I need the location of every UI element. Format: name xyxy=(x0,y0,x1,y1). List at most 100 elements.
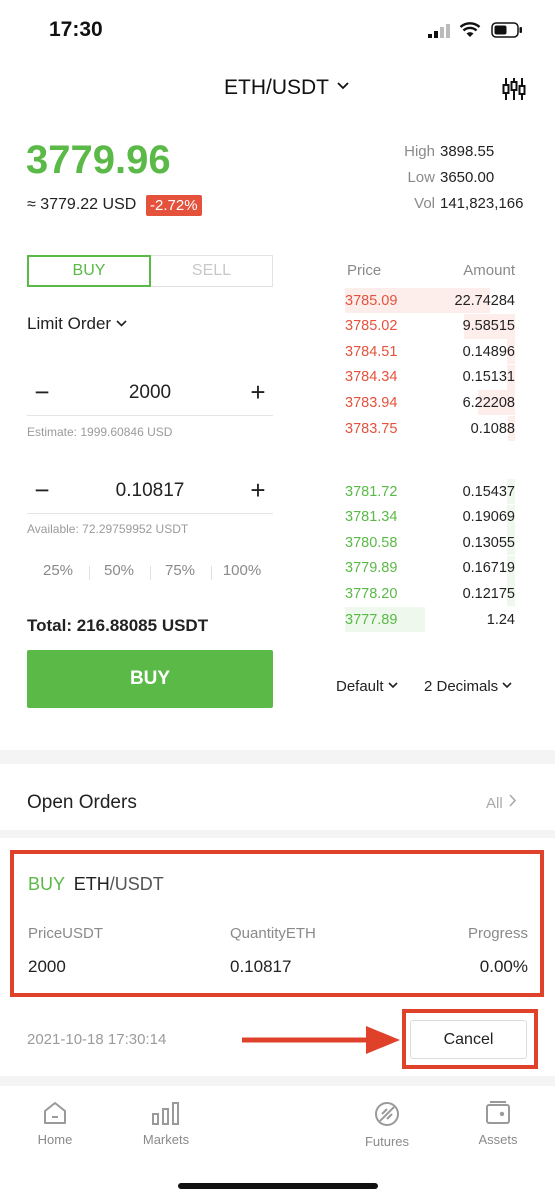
chevron-down-icon xyxy=(502,676,512,694)
chevron-down-icon xyxy=(387,676,398,694)
percent-75-button[interactable]: 75% xyxy=(155,562,205,579)
wifi-icon xyxy=(459,21,481,43)
chart-settings-icon[interactable] xyxy=(502,76,526,107)
bid-row[interactable]: 3777.89 1.24 xyxy=(345,607,515,632)
home-indicator xyxy=(178,1183,378,1189)
high-label: High xyxy=(404,143,435,160)
order-type-select[interactable]: Limit Order xyxy=(27,314,127,334)
ask-row[interactable]: 3785.02 9.58515 xyxy=(345,313,515,339)
section-divider xyxy=(0,830,555,838)
ask-amount: 22.74284 xyxy=(454,292,515,309)
nav-assets-label: Assets xyxy=(478,1132,518,1147)
bar-chart-icon xyxy=(126,1100,206,1126)
estimate-text: Estimate: 1999.60846 USD xyxy=(27,425,173,439)
order-price-value: 2000 xyxy=(28,957,66,976)
high-value: 3898.55 xyxy=(440,143,495,160)
divider xyxy=(211,566,212,580)
battery-icon xyxy=(491,22,523,43)
quantity-increment-button[interactable]: + xyxy=(243,475,273,506)
wallet-icon xyxy=(458,1100,538,1126)
bid-price: 3781.34 xyxy=(345,509,398,526)
order-qty-value: 0.10817 xyxy=(230,957,292,976)
bid-row[interactable]: 3778.20 0.12175 xyxy=(345,581,515,607)
orderbook-amount-header: Amount xyxy=(463,262,515,279)
section-divider xyxy=(0,1076,555,1086)
bid-amount: 0.16719 xyxy=(462,560,515,577)
all-link-label: All xyxy=(486,794,503,812)
vol-label: Vol xyxy=(414,195,435,212)
status-bar: 17:30 xyxy=(0,0,555,60)
order-qty-label: QuantityETH xyxy=(230,925,316,942)
ask-price: 3783.75 xyxy=(345,420,398,437)
tab-buy[interactable]: BUY xyxy=(27,255,151,287)
quantity-input[interactable]: 0.10817 xyxy=(116,480,185,502)
decimals-label: 2 Decimals xyxy=(424,678,499,695)
annotation-arrow xyxy=(242,1025,402,1060)
nav-futures[interactable]: Futures xyxy=(347,1100,427,1149)
nav-home-label: Home xyxy=(37,1132,73,1147)
all-orders-link[interactable]: All xyxy=(486,794,517,812)
ask-price: 3783.94 xyxy=(345,394,398,411)
decimals-select[interactable]: 2 Decimals xyxy=(424,678,512,695)
open-orders-title: Open Orders xyxy=(27,792,137,813)
price-decrement-button[interactable]: − xyxy=(27,377,57,408)
bid-price: 3777.89 xyxy=(345,611,398,628)
price-stepper: − 2000 + xyxy=(27,370,273,416)
price-increment-button[interactable]: + xyxy=(243,377,273,408)
ask-amount: 9.58515 xyxy=(462,318,515,335)
order-price-label: PriceUSDT xyxy=(28,925,104,942)
ask-row[interactable]: 3783.94 6.22208 xyxy=(345,390,515,416)
order-quote: /USDT xyxy=(109,874,164,894)
order-base: ETH xyxy=(73,874,110,894)
ask-amount: 6.22208 xyxy=(462,394,515,411)
ask-price: 3784.34 xyxy=(345,369,398,386)
ask-amount: 0.14896 xyxy=(462,343,515,360)
grouping-label: Default xyxy=(336,678,384,695)
chevron-down-icon xyxy=(337,77,349,95)
chevron-down-icon xyxy=(116,314,127,332)
bid-amount: 1.24 xyxy=(486,611,515,628)
bid-row[interactable]: 3781.72 0.15437 xyxy=(345,479,515,504)
nav-assets[interactable]: Assets xyxy=(458,1100,538,1147)
usd-equivalent: ≈ 3779.22 USD xyxy=(27,196,137,213)
pair-selector[interactable]: ETH/USDT xyxy=(224,76,349,100)
bid-price: 3781.72 xyxy=(345,483,398,500)
percent-100-button[interactable]: 100% xyxy=(217,562,267,579)
open-order-card[interactable]: BUY ETH/USDT PriceUSDT QuantityETH Progr… xyxy=(10,850,544,997)
tab-sell[interactable]: SELL xyxy=(151,255,273,287)
quantity-decrement-button[interactable]: − xyxy=(27,475,57,506)
bid-row[interactable]: 3779.89 0.16719 xyxy=(345,555,515,581)
price-input[interactable]: 2000 xyxy=(129,382,171,404)
last-price: 3779.96 xyxy=(26,138,171,182)
low-label: Low xyxy=(407,169,435,186)
ask-price: 3784.51 xyxy=(345,343,398,360)
bid-row[interactable]: 3780.58 0.13055 xyxy=(345,530,515,556)
signal-icon xyxy=(428,24,452,43)
percent-25-button[interactable]: 25% xyxy=(33,562,83,579)
ask-row[interactable]: 3785.09 22.74284 xyxy=(345,288,515,313)
ask-row[interactable]: 3783.75 0.1088 xyxy=(345,416,515,441)
nav-home[interactable]: Home xyxy=(15,1100,95,1147)
grouping-select[interactable]: Default xyxy=(336,678,398,695)
order-pair: BUY ETH/USDT xyxy=(28,874,164,895)
bid-price: 3778.20 xyxy=(345,585,398,602)
available-text: Available: 72.29759952 USDT xyxy=(27,522,189,536)
ask-row[interactable]: 3784.34 0.15131 xyxy=(345,364,515,390)
bid-price: 3780.58 xyxy=(345,534,398,551)
ask-row[interactable]: 3784.51 0.14896 xyxy=(345,339,515,365)
nav-markets-label: Markets xyxy=(142,1132,190,1147)
percent-50-button[interactable]: 50% xyxy=(94,562,144,579)
pair-title: ETH/USDT xyxy=(224,76,329,99)
buy-submit-button[interactable]: BUY xyxy=(27,650,273,708)
order-progress-label: Progress xyxy=(467,925,528,942)
bid-price: 3779.89 xyxy=(345,560,398,577)
nav-futures-label: Futures xyxy=(364,1134,410,1149)
nav-markets[interactable]: Markets xyxy=(126,1100,206,1147)
ask-price: 3785.09 xyxy=(345,292,398,309)
vol-value: 141,823,166 xyxy=(440,195,524,212)
bid-amount: 0.12175 xyxy=(462,585,515,602)
cancel-order-button[interactable]: Cancel xyxy=(410,1020,527,1059)
bid-row[interactable]: 3781.34 0.19069 xyxy=(345,504,515,530)
bid-amount: 0.13055 xyxy=(462,534,515,551)
order-side: BUY xyxy=(28,874,65,894)
